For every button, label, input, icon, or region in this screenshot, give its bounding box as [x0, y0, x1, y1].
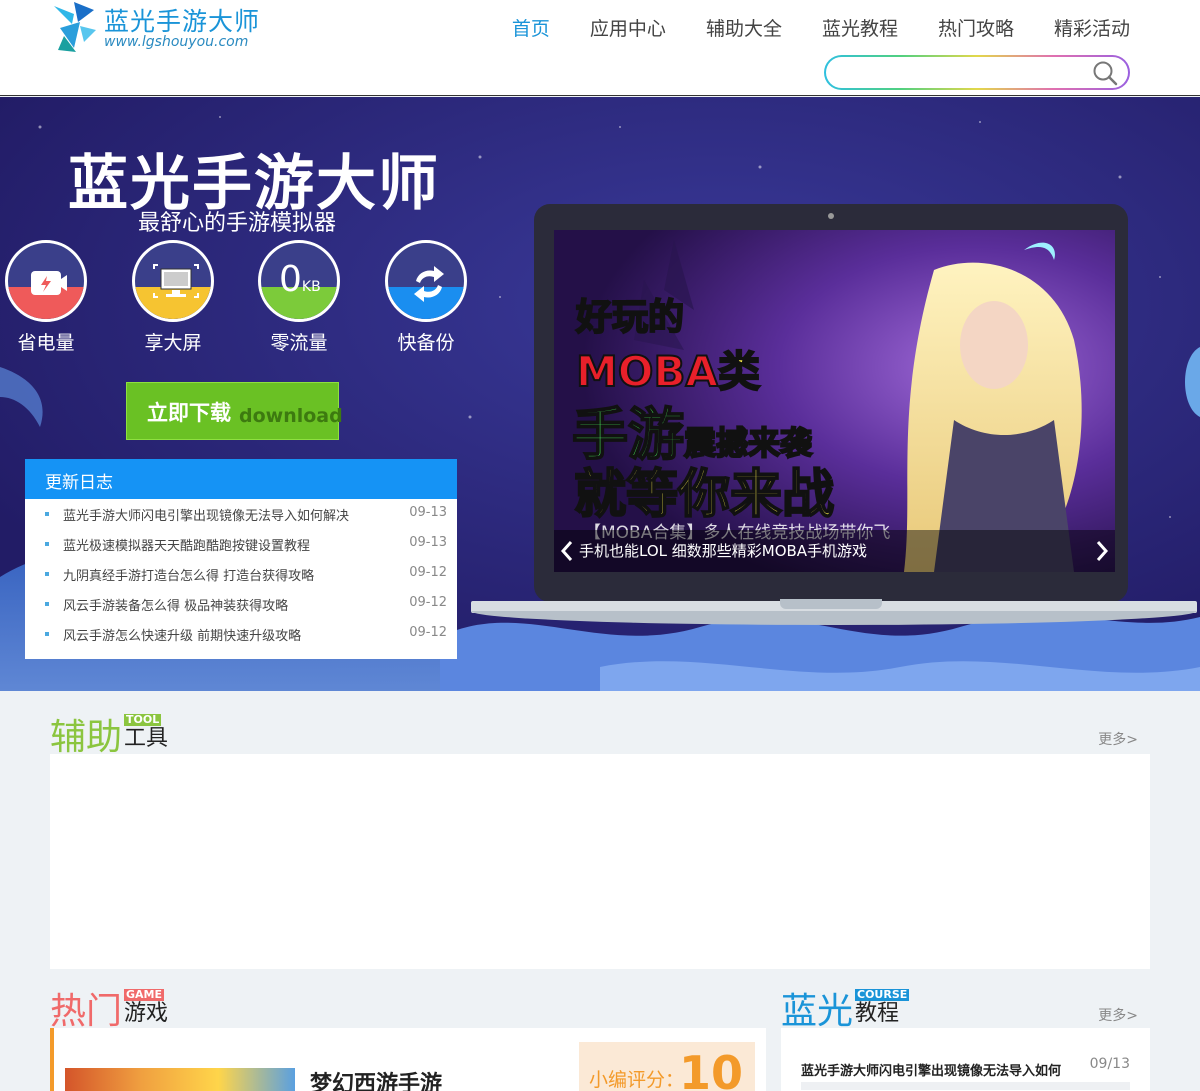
changelog-heading: 更新日志	[25, 459, 457, 499]
changelog-item[interactable]: 蓝光极速模拟器天天酷跑酷跑按键设置教程 09-13	[25, 529, 457, 559]
game-thumbnail[interactable]	[65, 1068, 295, 1091]
slide-line-1: 好玩的	[575, 296, 685, 339]
search-inner	[826, 57, 1128, 88]
feature-circle	[5, 240, 87, 322]
changelog-item[interactable]: 九阴真经手游打造台怎么得 打造台获得攻略 09-12	[25, 559, 457, 589]
changelog-item-title[interactable]: 九阴真经手游打造台怎么得 打造台获得攻略	[63, 565, 314, 584]
bullet-icon	[45, 602, 49, 606]
course-item-date: 09/13	[1089, 1056, 1130, 1072]
bullet-icon	[45, 542, 49, 546]
course-panel: 蓝光手游大师闪电引擎出现镜像无法导入如何 09/13	[781, 1028, 1150, 1091]
banner-subtitle: 最舒心的手游模拟器	[138, 211, 337, 236]
slide-moba: MOBA	[575, 346, 719, 397]
course-section-title: 蓝光	[781, 991, 854, 1032]
sync-arrows-icon	[414, 266, 444, 302]
nav-app-center[interactable]: 应用中心	[590, 14, 666, 41]
nav-home[interactable]: 首页	[512, 14, 550, 41]
score-label: 小编评分：	[589, 1069, 685, 1091]
site-header: 蓝光手游大师 www.lgshouyou.com 首页 应用中心 辅助大全 蓝光…	[0, 0, 1200, 96]
logo-title: 蓝光手游大师	[104, 7, 261, 36]
course-section-subtitle: 教程	[855, 1001, 900, 1026]
changelog-item-date: 09-13	[409, 505, 447, 520]
feature-circle	[132, 240, 214, 322]
game-section-title: 热门	[50, 991, 123, 1032]
bullet-icon	[45, 512, 49, 516]
nav-tools[interactable]: 辅助大全	[706, 14, 782, 41]
slide-line-4: 就等你来战	[573, 464, 835, 526]
changelog-item-date: 09-12	[409, 625, 447, 640]
search-box	[824, 55, 1130, 90]
laptop-camera	[828, 213, 834, 219]
feature-power-saving: 省电量	[5, 240, 87, 355]
changelog-item-title[interactable]: 蓝光手游大师闪电引擎出现镜像无法导入如何解决	[63, 505, 349, 524]
search-input[interactable]	[838, 61, 1088, 84]
course-section-head: 蓝光 COURSE 教程 更多>	[781, 982, 1150, 1033]
tool-section-head: 辅助 TOOL 工具 更多>	[50, 708, 1150, 759]
course-divider	[801, 1082, 1130, 1090]
carousel-caption[interactable]: 手机也能LOL 细数那些精彩MOBA手机游戏	[579, 540, 867, 561]
course-more-link[interactable]: 更多>	[1098, 1005, 1138, 1025]
nav-events[interactable]: 精彩活动	[1054, 14, 1130, 41]
nav-guides[interactable]: 热门攻略	[938, 14, 1014, 41]
chevron-left-icon[interactable]	[557, 538, 577, 564]
changelog-item-title[interactable]: 风云手游怎么快速升级 前期快速升级攻略	[63, 625, 301, 644]
search-icon[interactable]	[1092, 60, 1118, 86]
changelog-item-date: 09-12	[409, 565, 447, 580]
feature-label: 零流量	[270, 332, 328, 354]
bullet-icon	[45, 632, 49, 636]
feature-quick-backup: 快备份	[385, 240, 467, 355]
changelog-item[interactable]: 蓝光手游大师闪电引擎出现镜像无法导入如何解决 09-13	[25, 499, 457, 529]
game-panel: 梦幻西游手游 小编评分： 10	[50, 1028, 766, 1091]
tool-section-subtitle: 工具	[124, 726, 169, 751]
logo[interactable]: 蓝光手游大师 www.lgshouyou.com	[50, 0, 270, 56]
monitor-icon	[153, 264, 199, 298]
feature-label: 享大屏	[144, 332, 202, 354]
chevron-right-icon[interactable]	[1092, 538, 1112, 564]
download-label: 立即下载	[147, 401, 231, 425]
zero-kb-icon: 0KB	[279, 259, 321, 300]
tool-section-title: 辅助	[50, 717, 123, 758]
main-nav: 首页 应用中心 辅助大全 蓝光教程 热门攻略 精彩活动	[472, 14, 1130, 41]
changelog-item[interactable]: 风云手游怎么快速升级 前期快速升级攻略 09-12	[25, 619, 457, 649]
carousel-caption-bar: 手机也能LOL 细数那些精彩MOBA手机游戏	[554, 530, 1115, 572]
feature-label: 省电量	[17, 332, 75, 354]
feature-big-screen: 享大屏	[132, 240, 214, 355]
battery-video-icon	[31, 271, 67, 295]
score-box: 小编评分： 10	[579, 1042, 755, 1091]
game-section-head: 热门 GAME 游戏	[50, 982, 766, 1033]
changelog-item-date: 09-12	[409, 595, 447, 610]
slide-lei: 类	[717, 346, 761, 397]
zero-kb-number: 0	[279, 259, 302, 300]
tool-panel	[50, 754, 1150, 969]
laptop-notch	[780, 599, 882, 609]
changelog-item-title[interactable]: 蓝光极速模拟器天天酷跑酷跑按键设置教程	[63, 535, 310, 554]
game-section-subtitle: 游戏	[124, 1001, 169, 1026]
download-label-en: download	[239, 405, 343, 427]
zero-kb-unit: KB	[301, 279, 321, 295]
game-name[interactable]: 梦幻西游手游	[310, 1066, 442, 1091]
course-item-title[interactable]: 蓝光手游大师闪电引擎出现镜像无法导入如何	[801, 1060, 1061, 1079]
score-value: 10	[679, 1046, 744, 1091]
feature-circle	[385, 240, 467, 322]
bullet-icon	[45, 572, 49, 576]
nav-tutorials[interactable]: 蓝光教程	[822, 14, 898, 41]
changelog-item-title[interactable]: 风云手游装备怎么得 极品神装获得攻略	[63, 595, 288, 614]
feature-label: 快备份	[397, 332, 455, 354]
tool-more-link[interactable]: 更多>	[1098, 729, 1138, 749]
logo-mark-icon	[54, 2, 96, 52]
feature-zero-data: 0KB 零流量	[258, 240, 340, 355]
changelog-item[interactable]: 风云手游装备怎么得 极品神装获得攻略 09-12	[25, 589, 457, 619]
feature-circle: 0KB	[258, 240, 340, 322]
changelog-panel: 更新日志 蓝光手游大师闪电引擎出现镜像无法导入如何解决 09-13 蓝光极速模拟…	[25, 459, 457, 659]
carousel-slide[interactable]: 好玩的 MOBA类 手游震撼来袭 就等你来战 【MOBA合集】多人在线竞技战场带…	[554, 230, 1115, 572]
download-button[interactable]: 立即下载 download	[126, 382, 343, 440]
hero-banner: 蓝光手游大师 最舒心的手游模拟器 省电量 享大屏 0KB 零流量 快备份 立即下…	[0, 97, 1200, 691]
changelog-item-date: 09-13	[409, 535, 447, 550]
logo-url: www.lgshouyou.com	[104, 34, 249, 50]
